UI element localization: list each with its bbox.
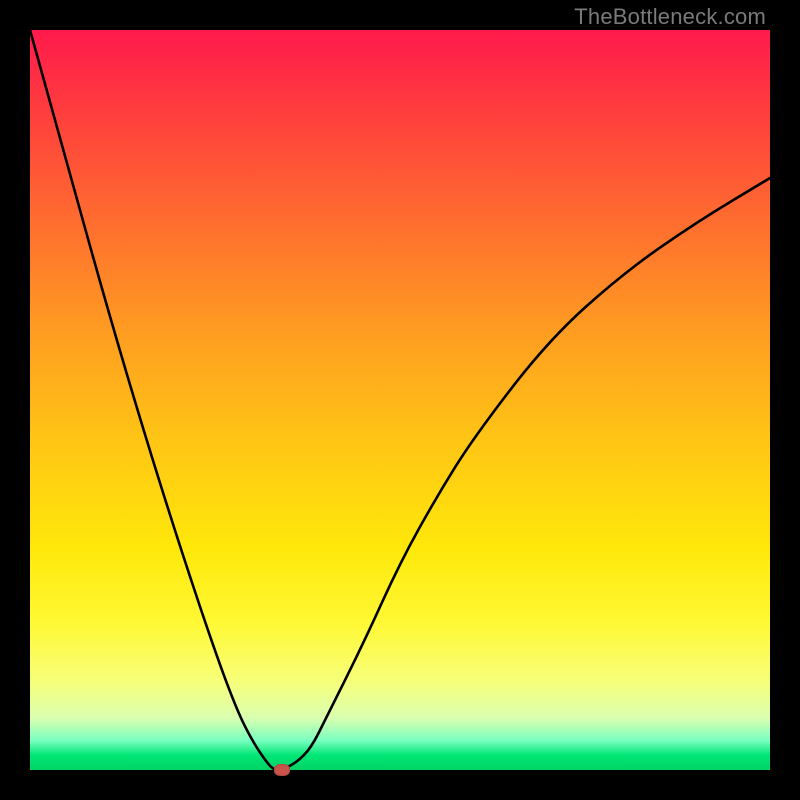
curve-svg	[30, 30, 770, 770]
chart-frame: TheBottleneck.com	[0, 0, 800, 800]
plot-area	[30, 30, 770, 770]
watermark-text: TheBottleneck.com	[574, 4, 766, 30]
bottleneck-curve	[30, 30, 770, 770]
minimum-marker	[274, 764, 290, 776]
